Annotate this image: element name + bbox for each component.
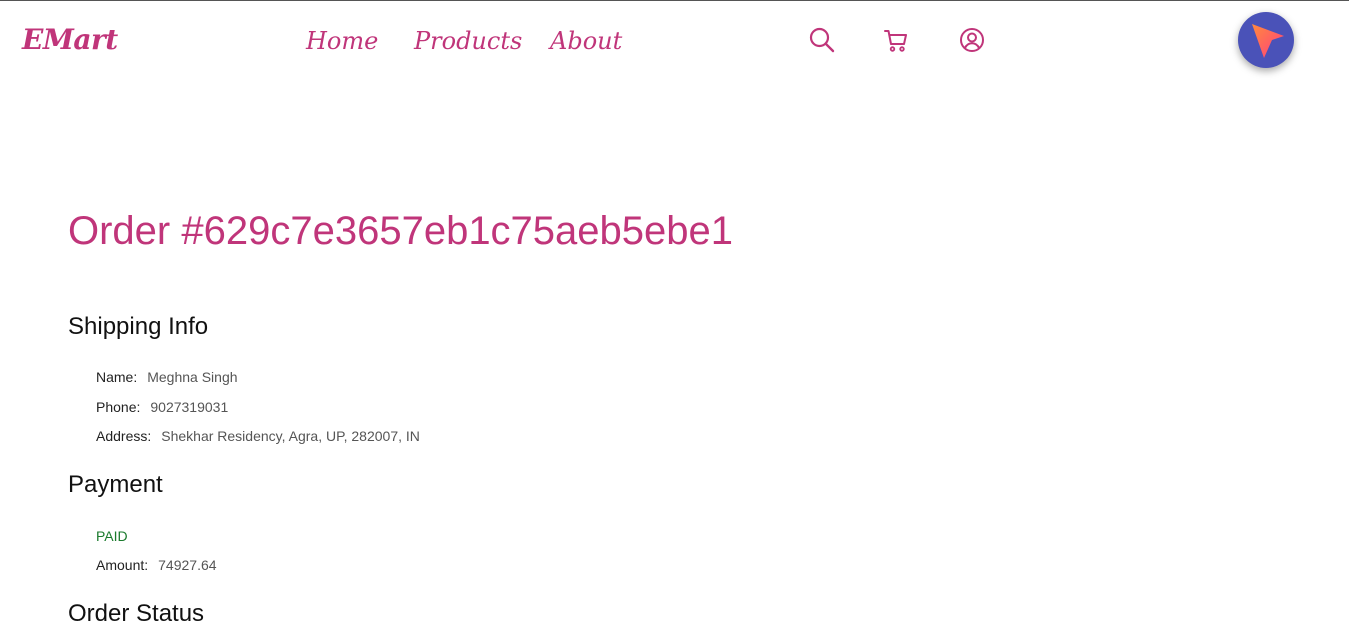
name-label: Name:: [96, 369, 138, 385]
amount-label: Amount:: [96, 557, 149, 573]
navigation-fab-button[interactable]: [1238, 12, 1294, 68]
phone-label: Phone:: [96, 399, 141, 415]
nav-about-link[interactable]: About: [550, 27, 622, 55]
payment-amount-row: Amount: 74927.64: [96, 557, 217, 573]
navigation-fab-icon: [1252, 24, 1284, 58]
nav-home-link[interactable]: Home: [306, 27, 378, 55]
phone-value: 9027319031: [150, 399, 229, 415]
emart-logo[interactable]: EMart: [22, 23, 118, 56]
order-details-page: EMart Home Products About Order #629c7e3…: [0, 0, 1349, 626]
user-icon[interactable]: [957, 25, 987, 55]
shipping-name-row: Name: Meghna Singh: [96, 369, 238, 385]
cart-icon[interactable]: [881, 25, 911, 55]
order-title: Order #629c7e3657eb1c75aeb5ebe1: [68, 209, 734, 253]
shipping-phone-row: Phone: 9027319031: [96, 399, 228, 415]
address-label: Address:: [96, 428, 152, 444]
shipping-info-heading: Shipping Info: [68, 313, 209, 340]
payment-status: PAID: [96, 528, 128, 544]
amount-value: 74927.64: [158, 557, 217, 573]
name-value: Meghna Singh: [147, 369, 238, 385]
address-value: Shekhar Residency, Agra, UP, 282007, IN: [161, 428, 420, 444]
shipping-address-row: Address: Shekhar Residency, Agra, UP, 282…: [96, 428, 420, 444]
order-status-heading: Order Status: [68, 600, 205, 626]
search-icon[interactable]: [807, 25, 837, 55]
nav-products-link[interactable]: Products: [414, 27, 522, 55]
payment-heading: Payment: [68, 471, 163, 498]
